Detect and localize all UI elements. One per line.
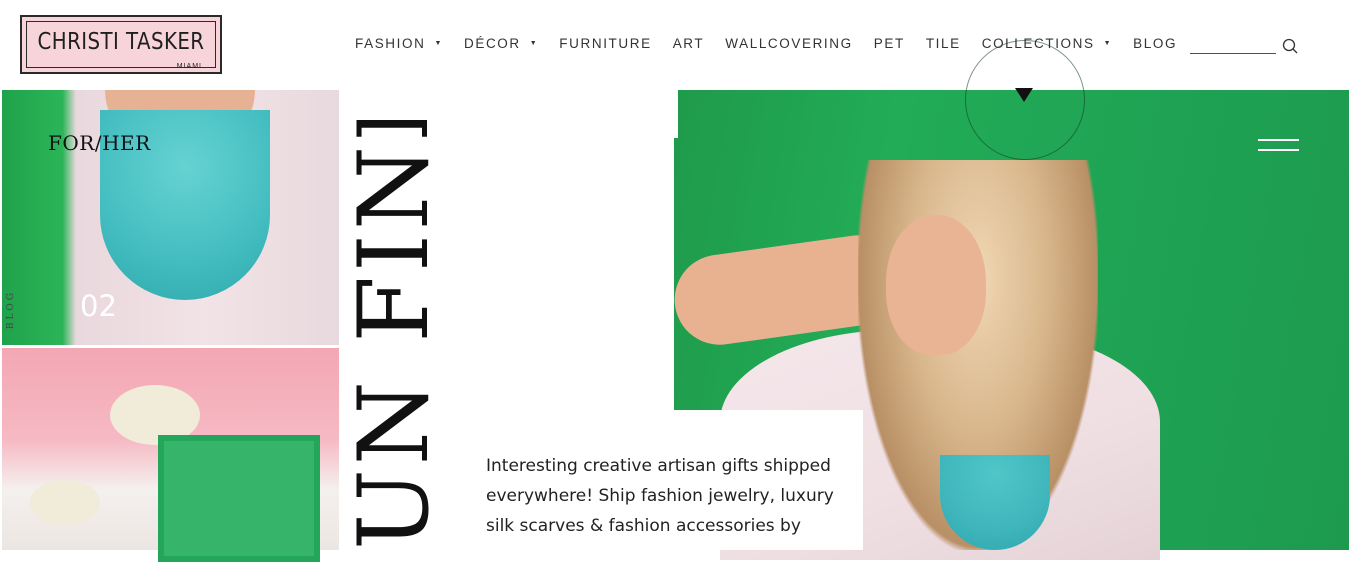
nav-item-label: WALLCOVERING [725,36,853,51]
intro-text: Interesting creative artisan gifts shipp… [486,456,834,536]
search-input[interactable] [1190,53,1276,54]
nav-item-blog[interactable]: BLOG [1133,36,1177,51]
search-icon[interactable] [1282,38,1298,54]
nav-item-furniture[interactable]: FURNITURE [559,36,651,51]
nav-item-label: BLOG [1133,36,1178,51]
caret-down-icon: ▼ [434,40,443,47]
photo-detail [886,215,986,355]
nav-item-tile[interactable]: TILE [926,36,961,51]
nav-item-pet[interactable]: PET [874,36,905,51]
logo-subtext: MIAMI [176,63,202,70]
nav-item-decor[interactable]: DÉCOR ▼ [464,36,538,51]
site-logo[interactable]: CHRISTI TASKER MIAMI [20,15,222,74]
divider [674,90,678,138]
nav-item-label: FASHION [355,36,426,51]
category-label[interactable]: FOR/HER [48,131,151,155]
slide-number: 02 [80,289,117,323]
caret-down-icon: ▼ [529,40,539,47]
main-nav: FASHION ▼ DÉCOR ▼ FURNITURE ART WALLCOVE… [355,36,1198,51]
nav-item-label: FURNITURE [559,36,652,51]
logo-text: CHRISTI TASKER [37,29,205,55]
nav-item-label: TILE [925,36,961,51]
vertical-headline: UN FINDS [350,120,438,550]
nav-item-label: DÉCOR [464,36,521,51]
menu-line [1258,149,1299,151]
nav-item-art[interactable]: ART [673,36,705,51]
site-header: CHRISTI TASKER MIAMI FASHION ▼ DÉCOR ▼ F… [0,0,1349,90]
photo-detail [158,435,320,562]
photo-detail [30,480,100,525]
nav-item-wallcovering[interactable]: WALLCOVERING [725,36,852,51]
caret-down-icon: ▼ [1103,40,1113,47]
arrow-icon [1015,88,1033,102]
nav-item-fashion[interactable]: FASHION ▼ [355,36,443,51]
nav-item-label: PET [873,36,905,51]
intro-card: Interesting creative artisan gifts shipp… [435,410,863,550]
menu-line [1258,139,1299,141]
nav-item-label: ART [672,36,705,51]
hamburger-menu-icon[interactable] [1258,139,1299,153]
blog-vertical-label: BLOG [6,290,16,330]
